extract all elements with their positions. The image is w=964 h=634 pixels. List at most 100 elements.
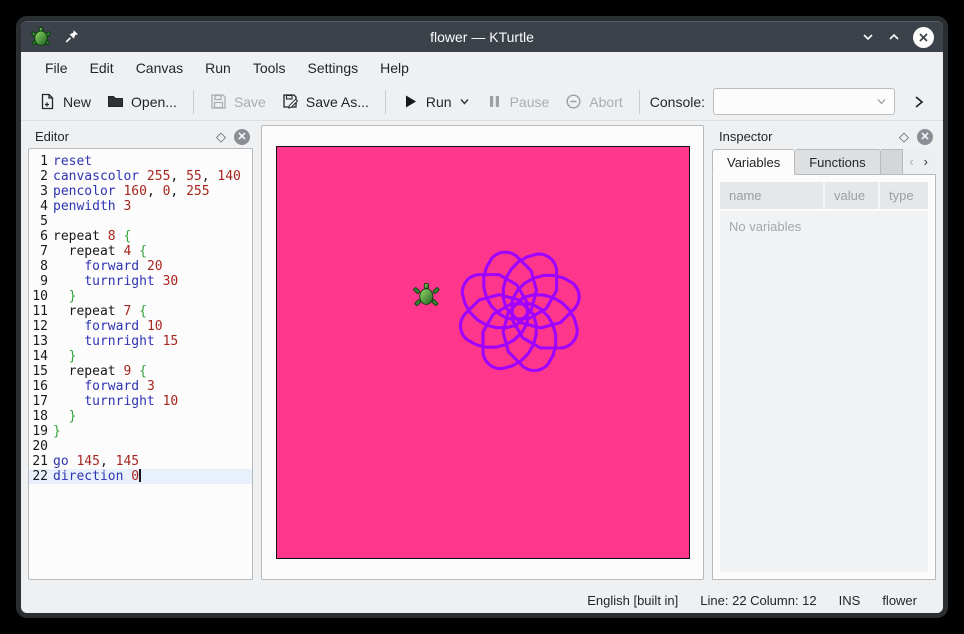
statusbar: English [built in] Line: 22 Column: 12 I… (21, 587, 943, 613)
run-dropdown-icon[interactable] (459, 96, 470, 107)
close-button[interactable] (913, 27, 934, 48)
code-line-10[interactable]: 10 } (29, 289, 252, 304)
line-number: 2 (29, 169, 53, 184)
line-number: 11 (29, 304, 53, 319)
code-text: turnright 15 (53, 334, 178, 349)
code-text: penwidth 3 (53, 199, 131, 214)
inspector-dock-close-button[interactable]: ✕ (917, 129, 933, 145)
code-line-14[interactable]: 14 } (29, 349, 252, 364)
code-text: canvascolor 255, 55, 140 (53, 169, 241, 184)
titlebar: flower — KTurtle (21, 21, 943, 52)
code-line-7[interactable]: 7 repeat 4 { (29, 244, 252, 259)
code-text: } (53, 409, 76, 424)
code-text: repeat 7 { (53, 304, 147, 319)
line-number: 21 (29, 454, 53, 469)
toolbar-overflow-button[interactable] (909, 90, 929, 114)
code-text: pencolor 160, 0, 255 (53, 184, 210, 199)
code-text: turnright 10 (53, 394, 178, 409)
code-line-6[interactable]: 6repeat 8 { (29, 229, 252, 244)
code-text: } (53, 289, 76, 304)
code-line-8[interactable]: 8 forward 20 (29, 259, 252, 274)
run-button[interactable]: Run (394, 88, 478, 115)
code-line-12[interactable]: 12 forward 10 (29, 319, 252, 334)
code-text: forward 3 (53, 379, 155, 394)
code-line-11[interactable]: 11 repeat 7 { (29, 304, 252, 319)
editor-dock: Editor ◇ ✕ 1reset2canvascolor 255, 55, 1… (28, 125, 253, 580)
save-button[interactable]: Save (202, 88, 274, 115)
column-value[interactable]: value (823, 182, 878, 209)
inspector-content: name value type No variables (712, 174, 936, 580)
code-text: reset (53, 154, 92, 169)
menu-item-settings[interactable]: Settings (297, 56, 370, 80)
menu-item-file[interactable]: File (34, 56, 79, 80)
line-number: 5 (29, 214, 53, 229)
minimize-button[interactable] (861, 30, 875, 44)
line-number: 8 (29, 259, 53, 274)
flower-drawing (460, 252, 579, 370)
save-as-button[interactable]: Save As... (274, 88, 377, 115)
column-name[interactable]: name (720, 182, 823, 209)
open-button[interactable]: Open... (99, 88, 185, 115)
variables-table: name value type No variables (720, 182, 928, 572)
kturtle-app-icon (30, 26, 52, 48)
inspector-dock-title: Inspector (719, 129, 772, 144)
code-line-1[interactable]: 1reset (29, 154, 252, 169)
line-number: 19 (29, 424, 53, 439)
main-area: Editor ◇ ✕ 1reset2canvascolor 255, 55, 1… (21, 121, 943, 587)
line-number: 13 (29, 334, 53, 349)
toolbar-separator (639, 90, 640, 114)
menu-item-canvas[interactable]: Canvas (125, 56, 194, 80)
menu-item-run[interactable]: Run (194, 56, 242, 80)
pause-button[interactable]: Pause (478, 88, 558, 115)
tab-scroll-buttons: ‹ › (903, 149, 936, 175)
save-icon (210, 93, 227, 110)
float-dock-icon[interactable]: ◇ (216, 130, 226, 143)
code-text: forward 20 (53, 259, 163, 274)
code-line-17[interactable]: 17 turnright 10 (29, 394, 252, 409)
save-button-label: Save (234, 94, 266, 110)
tab-functions[interactable]: Functions (795, 149, 880, 175)
code-line-19[interactable]: 19} (29, 424, 252, 439)
menu-item-tools[interactable]: Tools (242, 56, 297, 80)
line-number: 3 (29, 184, 53, 199)
tab-scroll-right-icon[interactable]: › (924, 154, 928, 169)
abort-button[interactable]: Abort (557, 88, 630, 115)
code-line-4[interactable]: 4penwidth 3 (29, 199, 252, 214)
save-as-button-label: Save As... (306, 94, 369, 110)
tab-scroll-left-icon[interactable]: ‹ (909, 154, 913, 169)
tab-variables[interactable]: Variables (712, 149, 795, 175)
code-text: direction 0 (53, 469, 141, 484)
editor-dock-close-button[interactable]: ✕ (234, 129, 250, 145)
code-line-5[interactable]: 5 (29, 214, 252, 229)
code-text: } (53, 424, 61, 439)
line-number: 15 (29, 364, 53, 379)
column-type[interactable]: type (878, 182, 928, 209)
menu-item-help[interactable]: Help (369, 56, 420, 80)
line-number: 9 (29, 274, 53, 289)
code-line-20[interactable]: 20 (29, 439, 252, 454)
code-line-21[interactable]: 21go 145, 145 (29, 454, 252, 469)
open-folder-icon (107, 93, 124, 110)
code-line-3[interactable]: 3pencolor 160, 0, 255 (29, 184, 252, 199)
editor-dock-title: Editor (35, 129, 69, 144)
code-line-16[interactable]: 16 forward 3 (29, 379, 252, 394)
code-editor[interactable]: 1reset2canvascolor 255, 55, 1403pencolor… (28, 148, 253, 580)
code-line-2[interactable]: 2canvascolor 255, 55, 140 (29, 169, 252, 184)
line-number: 14 (29, 349, 53, 364)
code-line-15[interactable]: 15 repeat 9 { (29, 364, 252, 379)
pin-icon[interactable] (64, 29, 80, 45)
maximize-button[interactable] (887, 30, 901, 44)
menubar: FileEditCanvasRunToolsSettingsHelp (21, 52, 943, 83)
float-dock-icon[interactable]: ◇ (899, 130, 909, 143)
new-button[interactable]: New (31, 88, 99, 115)
menu-item-edit[interactable]: Edit (79, 56, 125, 80)
code-line-18[interactable]: 18 } (29, 409, 252, 424)
code-line-22[interactable]: 22direction 0 (29, 469, 252, 484)
turtle-canvas[interactable] (276, 146, 690, 559)
status-input-mode: INS (839, 593, 861, 608)
toolbar-separator (193, 90, 194, 114)
code-text: forward 10 (53, 319, 163, 334)
code-line-9[interactable]: 9 turnright 30 (29, 274, 252, 289)
console-combobox[interactable] (713, 88, 895, 115)
code-line-13[interactable]: 13 turnright 15 (29, 334, 252, 349)
